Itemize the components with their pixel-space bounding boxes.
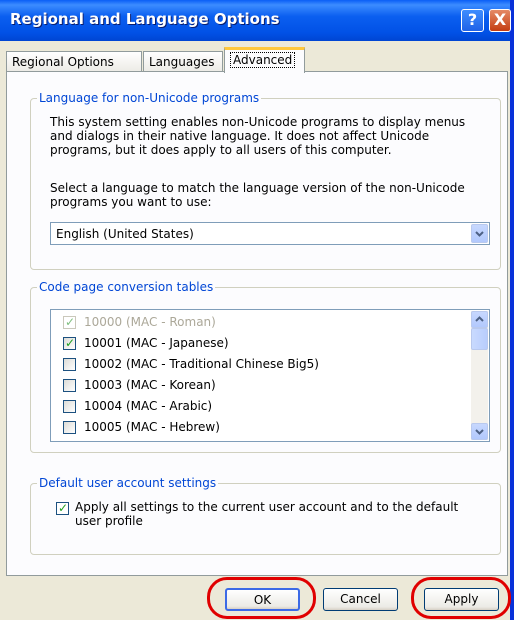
code-page-legend: Code page conversion tables [37, 280, 216, 294]
select-language-line-1: Select a language to match the language … [50, 181, 465, 195]
code-page-checkbox[interactable] [63, 358, 76, 371]
language-dropdown[interactable]: English (United States) [50, 222, 490, 245]
dialog-window: Regional and Language Options ? X Region… [0, 0, 514, 620]
code-page-label: 10003 (MAC - Korean) [84, 378, 216, 392]
code-page-label: 10002 (MAC - Traditional Chinese Big5) [84, 357, 319, 371]
scroll-thumb[interactable] [471, 328, 488, 350]
dropdown-arrow-button[interactable] [471, 224, 488, 243]
cancel-button[interactable]: Cancel [323, 588, 398, 611]
code-page-checkbox: ✓ [63, 315, 76, 329]
check-icon: ✓ [58, 501, 69, 515]
annotation-circle-ok [207, 577, 316, 619]
code-page-list[interactable]: ✓ 10000 (MAC - Roman) ✓ 10001 (MAC - Jap… [50, 309, 490, 442]
apply-default-user-label-line-2: user profile [75, 514, 143, 528]
code-page-checkbox[interactable] [63, 379, 76, 392]
annotation-circle-apply [411, 577, 511, 619]
code-page-label: 10000 (MAC - Roman) [84, 315, 216, 329]
code-page-label: 10004 (MAC - Arabic) [84, 399, 213, 413]
code-page-checkbox[interactable]: ✓ [63, 336, 76, 350]
check-icon: ✓ [65, 336, 76, 350]
window-title: Regional and Language Options [10, 10, 280, 28]
select-language-line-2: programs you want to use: [50, 195, 212, 209]
chevron-down-icon [475, 231, 484, 237]
tab-strip: Regional Options Languages Advanced [0, 46, 510, 73]
code-page-checkbox[interactable] [63, 400, 76, 413]
apply-default-user-label-line-1: Apply all settings to the current user a… [75, 500, 459, 514]
tab-languages[interactable]: Languages [143, 51, 223, 72]
tab-advanced-label: Advanced [230, 52, 296, 68]
code-page-label: 10001 (MAC - Japanese) [84, 336, 229, 350]
apply-default-user-checkbox[interactable]: ✓ [56, 501, 69, 515]
title-bar[interactable]: Regional and Language Options ? X [0, 0, 511, 41]
help-button[interactable]: ? [461, 9, 484, 32]
chevron-up-icon [475, 316, 484, 322]
code-page-label: 10005 (MAC - Hebrew) [84, 420, 220, 434]
scroll-down-button[interactable] [471, 423, 488, 440]
tab-regional-options[interactable]: Regional Options [6, 51, 142, 72]
non-unicode-desc-line-1: This system setting enables non-Unicode … [50, 115, 466, 129]
close-button[interactable]: X [489, 9, 511, 32]
scroll-up-button[interactable] [471, 311, 488, 328]
chevron-down-icon [475, 429, 484, 435]
non-unicode-desc-line-2: and dialogs in their native language. It… [50, 129, 430, 143]
tab-advanced[interactable]: Advanced [224, 47, 305, 73]
non-unicode-desc-line-3: programs, but it does apply to all users… [50, 143, 392, 157]
language-dropdown-value: English (United States) [56, 227, 194, 241]
non-unicode-legend: Language for non-Unicode programs [37, 91, 262, 105]
list-scrollbar[interactable] [471, 311, 488, 440]
default-user-legend: Default user account settings [37, 476, 219, 490]
code-page-checkbox[interactable] [63, 421, 76, 434]
check-icon: ✓ [65, 315, 76, 329]
